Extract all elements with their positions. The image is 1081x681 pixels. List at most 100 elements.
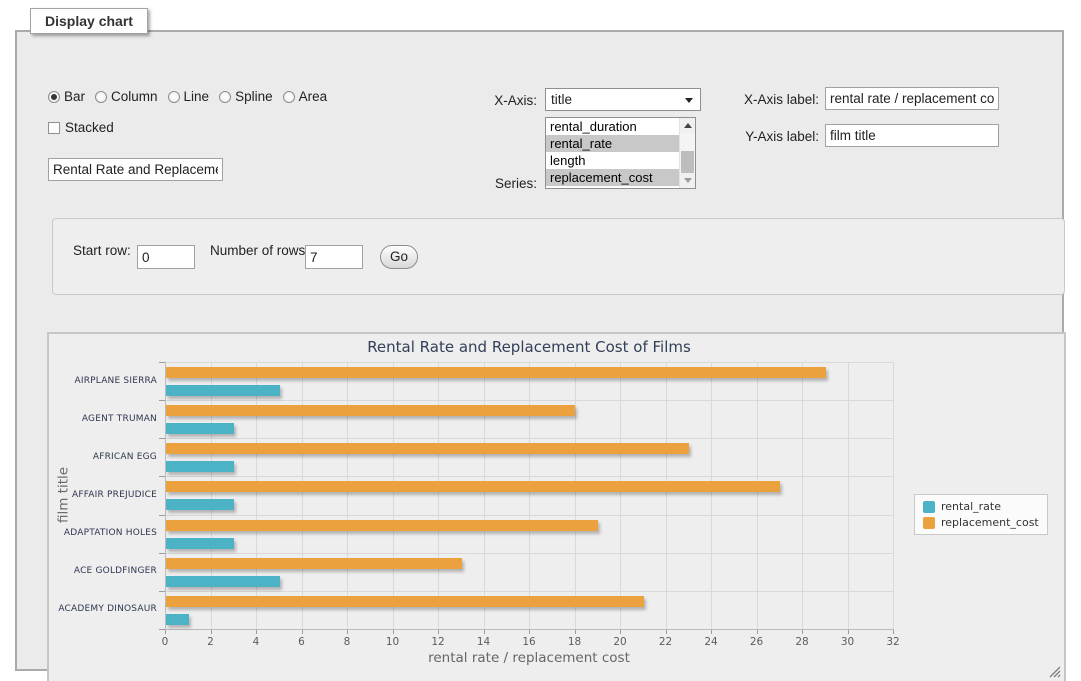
radio-button-icon [283, 91, 295, 103]
x-axis-tick [438, 630, 439, 634]
start-row-input[interactable] [137, 245, 195, 269]
triangle-down-icon [684, 178, 692, 183]
x-axis-tick [529, 630, 530, 634]
chart-title-input[interactable] [48, 158, 223, 181]
radio-button-icon [48, 91, 60, 103]
plot-area: 02468101214161820222426283032AIRPLANE SI… [165, 362, 893, 629]
series-listbox[interactable]: rental_durationrental_ratelengthreplacem… [545, 117, 696, 189]
gridline-vertical [347, 362, 348, 629]
stacked-checkbox[interactable] [48, 122, 60, 134]
x-axis-tick [211, 630, 212, 634]
x-tick-label: 0 [145, 636, 185, 648]
gridline-vertical [302, 362, 303, 629]
x-tick-label: 20 [600, 636, 640, 648]
series-option-rental_rate[interactable]: rental_rate [546, 135, 679, 152]
x-tick-label: 10 [373, 636, 413, 648]
x-tick-label: 4 [236, 636, 276, 648]
x-axis-label-label: X-Axis label: [727, 92, 819, 107]
series-option-length[interactable]: length [546, 152, 679, 169]
series-option-replacement_cost[interactable]: replacement_cost [546, 169, 679, 186]
chart-type-radio-label: Bar [64, 89, 85, 104]
category-label: ADAPTATION HOLES [49, 528, 157, 539]
scrollbar-thumb[interactable] [681, 151, 694, 173]
legend-label: rental_rate [941, 500, 1001, 513]
category-label: AFFAIR PREJUDICE [49, 490, 157, 501]
series-scrollbar[interactable] [679, 118, 695, 188]
x-tick-label: 28 [782, 636, 822, 648]
gridline-vertical [848, 362, 849, 629]
start-row-label: Start row: [73, 243, 131, 258]
chart-type-radio-area[interactable]: Area [283, 89, 328, 104]
x-axis-tick [302, 630, 303, 634]
page: Display chart Bar Column Line Spline Area St… [0, 0, 1081, 681]
category-label: AFRICAN EGG [49, 452, 157, 463]
x-axis-tick [347, 630, 348, 634]
x-tick-label: 18 [555, 636, 595, 648]
series-select-label: Series: [467, 176, 537, 191]
chart-title: Rental Rate and Replacement Cost of Film… [165, 338, 893, 356]
go-button[interactable]: Go [380, 245, 418, 269]
chart-type-radio-column[interactable]: Column [95, 89, 158, 104]
legend-item-replacement_cost[interactable]: replacement_cost [923, 516, 1039, 529]
x-axis-select-label: X-Axis: [467, 93, 537, 108]
stacked-label: Stacked [65, 120, 114, 135]
bar-rental_rate-airplane-sierra [166, 385, 280, 396]
row-range-panel: Start row: Number of rows: Go [52, 218, 1065, 295]
gridline-vertical [620, 362, 621, 629]
gridline-vertical [256, 362, 257, 629]
x-tick-label: 30 [828, 636, 868, 648]
bar-rental_rate-adaptation-holes [166, 538, 234, 549]
bar-rental_rate-ace-goldfinger [166, 576, 280, 587]
bar-replacement_cost-ace-goldfinger [166, 558, 462, 569]
bar-rental_rate-agent-truman [166, 423, 234, 434]
category-label: ACADEMY DINOSAUR [49, 604, 157, 615]
x-axis-tick [757, 630, 758, 634]
gridline-vertical [893, 362, 894, 629]
chart-type-radio-line[interactable]: Line [168, 89, 210, 104]
number-of-rows-input[interactable] [305, 245, 363, 269]
chart-type-radio-spline[interactable]: Spline [219, 89, 273, 104]
bar-rental_rate-academy-dinosaur [166, 614, 189, 625]
resize-grip-icon[interactable] [1049, 666, 1061, 678]
chart-type-radio-bar[interactable]: Bar [48, 89, 85, 104]
chart-type-radio-label: Area [299, 89, 328, 104]
x-axis-title: rental rate / replacement cost [165, 650, 893, 666]
gridline-vertical [802, 362, 803, 629]
bar-replacement_cost-affair-prejudice [166, 481, 780, 492]
x-axis-selected-value: title [551, 92, 572, 107]
x-tick-label: 26 [737, 636, 777, 648]
chart-type-radio-label: Line [184, 89, 210, 104]
gridline-vertical [484, 362, 485, 629]
scroll-up-button[interactable] [680, 118, 695, 133]
series-option-rental_duration[interactable]: rental_duration [546, 118, 679, 135]
x-axis-label-input[interactable] [825, 87, 999, 110]
y-axis-label-label: Y-Axis label: [727, 129, 819, 144]
x-axis-tick [802, 630, 803, 634]
chart-legend: rental_rate replacement_cost [914, 494, 1048, 535]
category-label: ACE GOLDFINGER [49, 566, 157, 577]
legend-label: replacement_cost [941, 516, 1039, 529]
chevron-down-icon [685, 98, 693, 103]
gridline-vertical [757, 362, 758, 629]
x-axis-tick [575, 630, 576, 634]
x-tick-label: 32 [873, 636, 913, 648]
gridline-vertical [666, 362, 667, 629]
scroll-down-button[interactable] [680, 173, 695, 188]
bar-rental_rate-african-egg [166, 461, 234, 472]
legend-item-rental_rate[interactable]: rental_rate [923, 500, 1039, 513]
x-axis-select[interactable]: title [545, 88, 701, 111]
category-label: AGENT TRUMAN [49, 414, 157, 425]
y-axis-label-input[interactable] [825, 124, 999, 147]
gridline-vertical [211, 362, 212, 629]
triangle-up-icon [684, 123, 692, 128]
x-tick-label: 12 [418, 636, 458, 648]
stacked-checkbox-row[interactable]: Stacked [48, 120, 114, 135]
panel-legend: Display chart [30, 8, 148, 34]
x-axis-tick [711, 630, 712, 634]
legend-swatch [923, 517, 935, 529]
x-axis-tick [848, 630, 849, 634]
gridline-vertical [438, 362, 439, 629]
number-of-rows-label: Number of rows: [210, 243, 309, 258]
x-tick-label: 24 [691, 636, 731, 648]
x-axis-tick [393, 630, 394, 634]
